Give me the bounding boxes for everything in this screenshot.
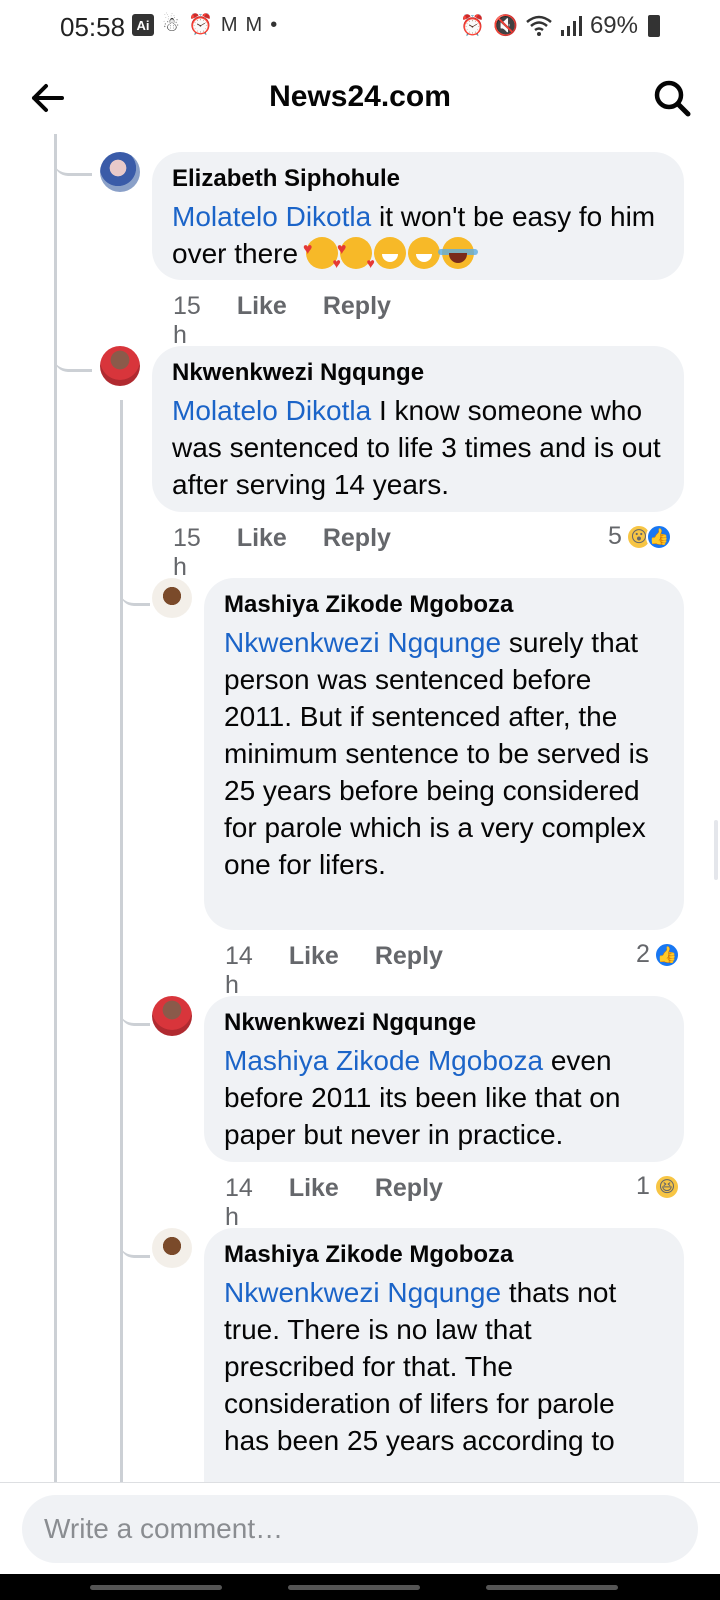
comment-author[interactable]: Mashiya Zikode Mgoboza: [224, 1240, 664, 1270]
comment-author[interactable]: Mashiya Zikode Mgoboza: [224, 590, 664, 620]
avatar[interactable]: [152, 578, 192, 618]
reply-button[interactable]: Reply: [375, 942, 443, 1000]
mention-link[interactable]: Nkwenkwezi Ngqunge: [224, 1277, 501, 1308]
reaction-summary[interactable]: 5 😮 👍: [608, 522, 672, 551]
reaction-count: 2: [636, 940, 650, 968]
status-bar: 05:58 Ai ☃ ⏰ M M • ⏰ 🔇 69%: [0, 0, 720, 52]
figure-icon: ☃: [162, 14, 180, 36]
comment-text: Nkwenkwezi Ngqunge thats not true. There…: [224, 1277, 617, 1456]
haha-reaction-icon: 😆: [653, 1173, 680, 1200]
alarm-icon: ⏰: [460, 15, 486, 37]
avatar[interactable]: [152, 1228, 192, 1268]
grin-emoji-icon: [407, 237, 440, 269]
comment-composer-bar: Write a comment…: [0, 1482, 720, 1574]
comment-author[interactable]: Elizabeth Siphohule: [172, 164, 664, 194]
comment-text: Mashiya Zikode Mgoboza even before 2011 …: [224, 1045, 621, 1150]
comment-bubble: Nkwenkwezi Ngqunge Mashiya Zikode Mgoboz…: [204, 996, 684, 1162]
comment-time[interactable]: 15 h: [173, 524, 201, 582]
signal-icon: [560, 16, 582, 36]
dot-icon: •: [270, 14, 278, 36]
smiling-hearts-emoji-icon: [337, 231, 375, 282]
comment-author[interactable]: Nkwenkwezi Ngqunge: [224, 1008, 664, 1038]
nav-home-button[interactable]: [288, 1585, 420, 1590]
wifi-icon: [526, 15, 552, 36]
comment-input[interactable]: Write a comment…: [22, 1495, 698, 1563]
status-time: 05:58: [60, 12, 126, 42]
notification-icons: Ai ☃ ⏰ M M •: [132, 13, 277, 37]
comment-bubble: Mashiya Zikode Mgoboza Nkwenkwezi Ngqung…: [204, 578, 684, 930]
reply-button[interactable]: Reply: [375, 1174, 443, 1232]
reaction-count: 5: [608, 522, 622, 550]
mute-icon: 🔇: [493, 15, 518, 37]
thread-connector: [120, 560, 150, 606]
gmail-icon: M: [220, 14, 238, 36]
comment-actions: 15 h Like Reply: [173, 524, 391, 582]
comment-author[interactable]: Nkwenkwezi Ngqunge: [172, 358, 664, 388]
mention-link[interactable]: Mashiya Zikode Mgoboza: [224, 1045, 543, 1076]
thread-connector: [54, 134, 92, 176]
reply-button[interactable]: Reply: [323, 524, 391, 582]
like-button[interactable]: Like: [289, 1174, 339, 1232]
comment-actions: 14 h Like Reply: [225, 1174, 443, 1232]
like-button[interactable]: Like: [237, 524, 287, 582]
comment-actions: 14 h Like Reply: [225, 942, 443, 1000]
avatar[interactable]: [100, 152, 140, 192]
system-nav-bar: [0, 1574, 720, 1600]
thread-connector: [120, 980, 150, 1026]
comment-time[interactable]: 15 h: [173, 292, 201, 350]
nav-recents-button[interactable]: [90, 1585, 222, 1590]
page-title: News24.com: [269, 80, 451, 113]
thread-connector: [120, 1212, 150, 1258]
scrollbar[interactable]: [714, 820, 718, 880]
search-button[interactable]: [650, 76, 694, 120]
comment-time[interactable]: 14 h: [225, 1174, 253, 1232]
battery-icon: [648, 15, 660, 37]
system-icons: ⏰ 🔇 69%: [460, 12, 660, 40]
reaction-summary[interactable]: 2 👍: [636, 940, 680, 969]
grin-emoji-icon: [373, 237, 406, 269]
avatar[interactable]: [152, 996, 192, 1036]
mention-link[interactable]: Nkwenkwezi Ngqunge: [224, 627, 501, 658]
reply-button[interactable]: Reply: [323, 292, 391, 350]
smiling-hearts-emoji-icon: [303, 231, 341, 282]
alarm-icon: ⏰: [187, 14, 213, 36]
like-reaction-icon: 👍: [653, 941, 680, 968]
reaction-count: 1: [636, 1172, 650, 1200]
comment-text: Molatelo Dikotla it won't be easy fo him…: [172, 198, 664, 282]
comment-actions: 15 h Like Reply: [173, 292, 391, 350]
thread-connector: [54, 330, 92, 372]
comment-bubble: Elizabeth Siphohule Molatelo Dikotla it …: [152, 152, 684, 282]
nav-back-button[interactable]: [486, 1585, 618, 1590]
battery-level: 69%: [589, 12, 638, 39]
ai-icon: Ai: [132, 14, 154, 36]
search-icon: [654, 80, 691, 117]
tears-of-joy-emoji-icon: [437, 237, 478, 269]
like-reaction-icon: 👍: [645, 523, 672, 550]
app-bar: News24.com: [0, 62, 720, 134]
comment-time[interactable]: 14 h: [225, 942, 253, 1000]
comment-bubble: Nkwenkwezi Ngqunge Molatelo Dikotla I kn…: [152, 346, 684, 512]
comment-text: Nkwenkwezi Ngqunge surely that person wa…: [224, 627, 649, 880]
mention-link[interactable]: Molatelo Dikotla: [172, 201, 371, 232]
comment-text: Molatelo Dikotla I know someone who was …: [172, 395, 661, 500]
reaction-summary[interactable]: 1 😆: [636, 1172, 680, 1201]
avatar[interactable]: [100, 346, 140, 386]
gmail-icon: M: [245, 14, 263, 36]
like-button[interactable]: Like: [237, 292, 287, 350]
comment-input-placeholder: Write a comment…: [44, 1513, 284, 1544]
mention-link[interactable]: Molatelo Dikotla: [172, 395, 371, 426]
like-button[interactable]: Like: [289, 942, 339, 1000]
